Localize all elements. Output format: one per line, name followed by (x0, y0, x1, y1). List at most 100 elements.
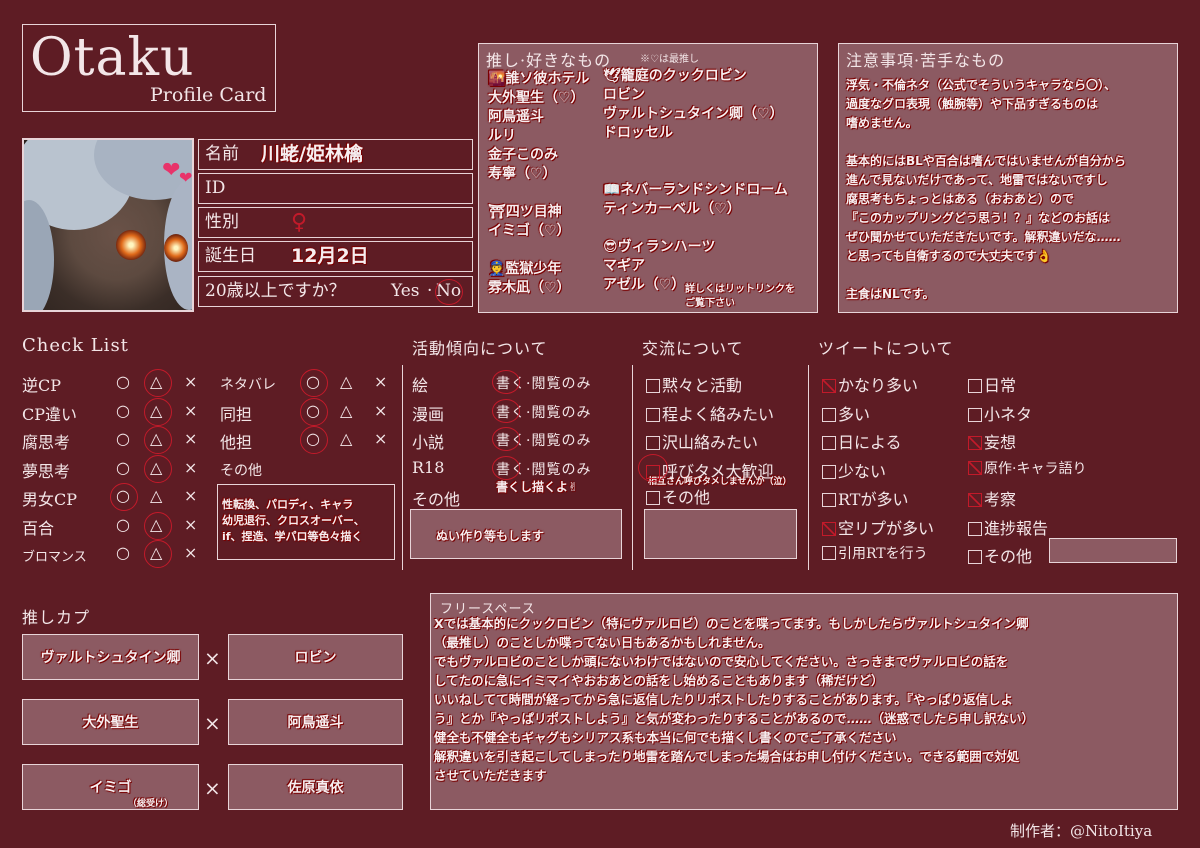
checklist-label: 逆CP (22, 376, 62, 395)
tweet-checkbox[interactable] (968, 521, 982, 536)
checklist-other-text: 性転換、パロディ、キャラ 幼児退行、クロスオーバー、 if、捏造、学パロ等色々描く (222, 497, 394, 545)
checklist-selection-circle (144, 511, 172, 540)
checklist-mark[interactable]: ○ (116, 458, 130, 477)
cp-right-box: 佐原真依 (228, 764, 403, 810)
oshi-item: ティンカーベル（♡） (603, 201, 741, 217)
tweet-checkbox[interactable] (968, 460, 982, 475)
checklist-title: Check List (22, 335, 129, 356)
exchange-item-label: 呼びタメ大歓迎 (662, 461, 774, 481)
tweet-checkbox[interactable] (968, 379, 982, 393)
gender-label: 性別 (205, 212, 239, 232)
tweet-checkbox[interactable] (822, 379, 836, 393)
checklist-label: 男女CP (22, 490, 78, 509)
caution-title: 注意事項·苦手なもの (846, 51, 1006, 70)
tweet-item-label: 小ネタ (984, 404, 1033, 424)
cp-cross: × (204, 776, 221, 800)
cp-right-name: ロビン (294, 650, 337, 666)
cp-right-name: 阿鳥遥斗 (287, 715, 344, 731)
oshi-note: ※♡は最推し (640, 54, 699, 65)
exchange-other-box (644, 509, 797, 559)
checklist-mark[interactable]: △ (150, 486, 162, 505)
checklist-mark[interactable]: × (184, 429, 197, 448)
activity-selection-circle (492, 398, 520, 423)
checklist-mark[interactable]: × (374, 429, 387, 448)
checklist-mark[interactable]: △ (340, 429, 352, 448)
tweet-checkbox[interactable] (822, 464, 836, 479)
tweet-checkbox[interactable] (822, 436, 836, 450)
checklist-label: 同担 (220, 404, 253, 424)
free-space-line: いいねしてて時間が経ってから急に返信したりリポストしたりすることがあります。『や… (434, 692, 1014, 707)
checklist-mark[interactable]: × (184, 372, 197, 391)
age-label: 20歳以上ですか？ (205, 281, 346, 301)
cp-left-name: 大外聖生 (82, 715, 139, 731)
checklist-selection-circle (300, 426, 328, 454)
divider-2 (632, 365, 633, 570)
exchange-item: 程よく絡みたい (646, 401, 774, 425)
caution-line: 嗜めません。 (846, 116, 918, 130)
checklist-mark[interactable]: ○ (116, 401, 130, 420)
caution-line: 主食はNLです。 (846, 287, 935, 301)
checklist-selection-circle (110, 483, 138, 511)
free-space-line: （最推し）のことしか喋ってない日もあるかもしれません。 (434, 635, 771, 650)
tweet-item: 考察 (968, 486, 1016, 510)
checklist-mark[interactable]: ○ (116, 429, 130, 448)
activity-label: R18 (412, 457, 445, 477)
caution-line: と思っても自衛するので大丈夫です👌 (846, 249, 1052, 263)
id-row: ID (198, 173, 473, 204)
gender-row: 性別 ♀ (198, 207, 473, 238)
checklist-mark[interactable]: × (184, 486, 197, 505)
tweet-checkbox[interactable] (822, 546, 836, 560)
checklist-mark[interactable]: × (184, 401, 197, 420)
oshi-item: ルリ (488, 128, 516, 144)
checklist-mark[interactable]: ○ (116, 543, 130, 562)
checklist-mark[interactable]: × (374, 401, 387, 420)
checklist-selection-circle (144, 540, 172, 568)
oshi-item: 阿鳥遥斗 (488, 109, 544, 125)
caution-line: 腐思考もちょっとはある（おおあと）ので (846, 192, 1075, 206)
tweet-checkbox[interactable] (968, 493, 982, 507)
checklist-selection-circle (144, 426, 172, 454)
credit: 制作者：@NitoItiya (1010, 822, 1153, 840)
cp-cross: × (204, 711, 221, 735)
tweet-checkbox[interactable] (968, 407, 982, 422)
tweet-item-label: その他 (984, 547, 1033, 566)
cp-right-box: 阿鳥遥斗 (228, 699, 403, 745)
exchange-item: 黙々と活動 (646, 372, 742, 396)
birthday-label: 誕生日 (205, 246, 256, 266)
cp-title: 推しカプ (22, 608, 91, 627)
checklist-mark[interactable]: ○ (116, 372, 130, 391)
checklist-mark[interactable]: × (184, 543, 197, 562)
exchange-item: 沢山絡みたい (646, 429, 758, 453)
free-space-line: させていただきます (434, 768, 547, 783)
checklist-mark[interactable]: × (184, 458, 197, 477)
name-row: 名前 川蛯/姫林檎 (198, 139, 473, 170)
id-label: ID (205, 178, 226, 198)
tweet-item: かなり多い (822, 372, 918, 396)
checklist-mark[interactable]: ○ (116, 515, 130, 534)
checklist-mark[interactable]: △ (340, 372, 352, 391)
checklist-mark[interactable]: × (374, 372, 387, 391)
exchange-checkbox[interactable] (646, 436, 660, 450)
tweet-checkbox[interactable] (968, 550, 982, 564)
tweet-checkbox[interactable] (822, 521, 836, 536)
exchange-other-checkbox[interactable] (646, 491, 660, 505)
oshi-item: 寿寧（♡） (488, 166, 557, 182)
tweet-item-label: かなり多い (838, 376, 919, 395)
tweet-item: 引用RTを行う (822, 543, 928, 563)
tweet-checkbox[interactable] (968, 436, 982, 450)
tweet-item: 少ない (822, 458, 886, 482)
age-sep: · (427, 281, 433, 301)
checklist-mark[interactable]: × (184, 515, 197, 534)
tweet-checkbox[interactable] (822, 407, 836, 422)
tweet-checkbox[interactable] (822, 493, 836, 507)
checklist-mark[interactable]: △ (340, 401, 352, 420)
cp-right-name: 佐原真依 (287, 780, 344, 796)
tweet-title: ツイートについて (818, 339, 954, 358)
exchange-checkbox[interactable] (646, 407, 660, 422)
checklist-selection-circle (144, 369, 172, 397)
oshi-item: ドロッセル (603, 125, 673, 141)
tweet-other-box (1049, 538, 1177, 563)
exchange-checkbox[interactable] (646, 379, 660, 393)
tweet-item: 多い (822, 401, 870, 425)
oshi-item: ヴァルトシュタイン卿（♡） (603, 106, 784, 122)
